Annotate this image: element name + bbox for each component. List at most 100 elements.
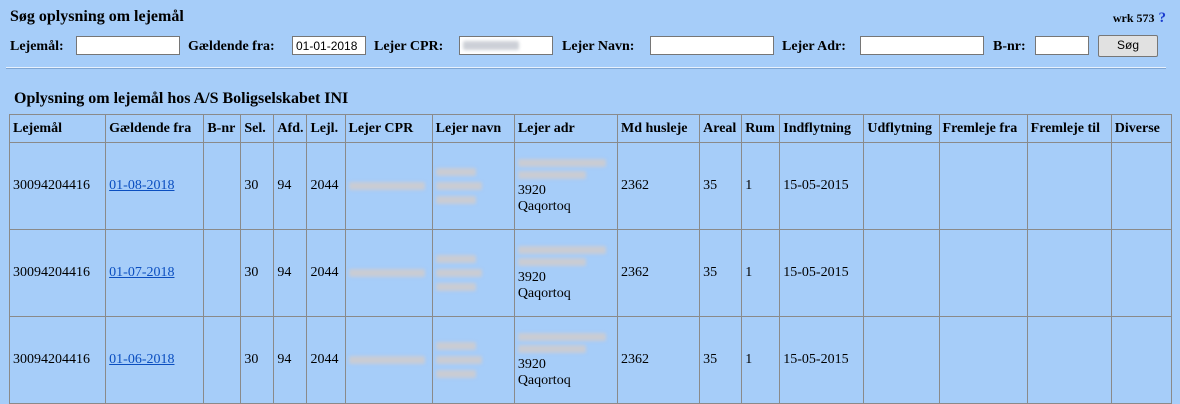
cell-lejer-navn [431,316,515,404]
col-gaeldende-fra: Gældende fra [105,114,205,143]
redacted-name [435,283,476,291]
redacted-cpr [348,182,425,190]
divider [6,67,1166,69]
col-md-husleje: Md husleje [616,114,701,143]
cell-bnr [203,142,242,230]
cell-fremleje-til [1026,316,1112,404]
table-row: 30094204416 01-06-2018 30 94 2044 3920 Q… [8,316,1173,404]
cell-afd: 94 [273,316,308,404]
col-lejl: Lejl. [306,114,346,143]
redacted-name [435,196,476,204]
cell-diverse [1110,142,1173,230]
workstation-id: wrk 573 [1112,11,1155,25]
cell-gaeldende-fra: 01-06-2018 [105,316,205,404]
gaeldende-fra-link[interactable]: 01-07-2018 [109,265,174,280]
lejer-adr-input[interactable] [860,36,984,55]
cell-udflytning [863,229,940,317]
cell-lejer-navn [431,229,515,317]
redacted-address [517,345,586,353]
cell-rum: 1 [741,142,781,230]
cell-areal: 35 [699,229,743,317]
redacted-cpr [463,41,519,50]
city: Qaqortoq [517,199,571,214]
postnr: 3920 [517,183,546,198]
cell-diverse [1110,229,1173,317]
redacted-cpr [348,269,425,277]
cell-lejer-adr: 3920 Qaqortoq [513,229,618,317]
cell-fremleje-fra [938,142,1028,230]
cell-lejer-adr: 3920 Qaqortoq [513,316,618,404]
redacted-name [435,255,476,263]
cell-diverse [1110,316,1173,404]
cell-bnr [203,316,242,404]
cell-udflytning [863,316,940,404]
redacted-address [517,246,606,254]
cell-lejl: 2044 [306,316,346,404]
cell-rum: 1 [741,316,781,404]
col-lejer-navn: Lejer navn [431,114,515,143]
help-icon[interactable]: ? [1159,10,1167,26]
gaeldende-fra-input[interactable] [292,36,366,55]
cell-lejl: 2044 [306,142,346,230]
redacted-name [435,182,482,190]
cell-indflytning: 15-05-2015 [779,316,865,404]
city: Qaqortoq [517,286,571,301]
col-lejer-cpr: Lejer CPR [344,114,433,143]
table-row: 30094204416 01-08-2018 30 94 2044 3920 Q… [8,142,1173,230]
cell-udflytning [863,142,940,230]
cell-fremleje-til [1026,229,1112,317]
cell-sel: 30 [240,316,275,404]
cell-gaeldende-fra: 01-08-2018 [105,142,205,230]
lejemaal-label: Lejemål: [10,39,64,54]
cell-md-husleje: 2362 [616,316,701,404]
table-row: 30094204416 01-07-2018 30 94 2044 3920 Q… [8,229,1173,317]
cell-gaeldende-fra: 01-07-2018 [105,229,205,317]
cell-bnr [203,229,242,317]
col-diverse: Diverse [1110,114,1173,143]
cell-lejemaal: 30094204416 [8,229,107,317]
postnr: 3920 [517,357,546,372]
col-lejer-adr: Lejer adr [513,114,618,143]
redacted-address [517,333,606,341]
bnr-input[interactable] [1035,36,1089,55]
cell-indflytning: 15-05-2015 [779,142,865,230]
col-indflytning: Indflytning [779,114,865,143]
results-table: Lejemål Gældende fra B-nr Sel. Afd. Lejl… [8,114,1173,404]
search-panel: Søg oplysning om lejemål wrk 573? Lejemå… [0,0,1180,70]
lejemaal-input[interactable] [76,36,180,55]
lejer-navn-input[interactable] [650,36,774,55]
col-fremleje-fra: Fremleje fra [938,114,1028,143]
cell-lejemaal: 30094204416 [8,142,107,230]
redacted-name [435,342,476,350]
cell-areal: 35 [699,142,743,230]
workstation-label: wrk 573? [1113,10,1166,27]
cell-lejer-cpr [344,316,433,404]
redacted-address [517,159,606,167]
col-rum: Rum [741,114,781,143]
cell-md-husleje: 2362 [616,229,701,317]
cell-md-husleje: 2362 [616,142,701,230]
cell-lejemaal: 30094204416 [8,316,107,404]
lejer-cpr-input[interactable] [459,36,553,55]
col-lejemaal: Lejemål [8,114,107,143]
cell-lejer-adr: 3920 Qaqortoq [513,142,618,230]
lejer-adr-label: Lejer Adr: [782,39,846,54]
gaeldende-fra-link[interactable]: 01-06-2018 [109,352,174,367]
redacted-address [517,171,586,179]
cell-lejer-cpr [344,229,433,317]
page-title: Søg oplysning om lejemål [10,8,184,25]
cell-indflytning: 15-05-2015 [779,229,865,317]
postnr: 3920 [517,270,546,285]
redacted-cpr [348,356,425,364]
search-button[interactable]: Søg [1098,35,1158,57]
redacted-name [435,356,482,364]
cell-fremleje-fra [938,316,1028,404]
redacted-name [435,168,476,176]
cell-areal: 35 [699,316,743,404]
redacted-name [435,370,476,378]
lejer-cpr-label: Lejer CPR: [374,39,444,54]
gaeldende-fra-link[interactable]: 01-08-2018 [109,178,174,193]
cell-sel: 30 [240,142,275,230]
cell-fremleje-til [1026,142,1112,230]
col-areal: Areal [699,114,743,143]
